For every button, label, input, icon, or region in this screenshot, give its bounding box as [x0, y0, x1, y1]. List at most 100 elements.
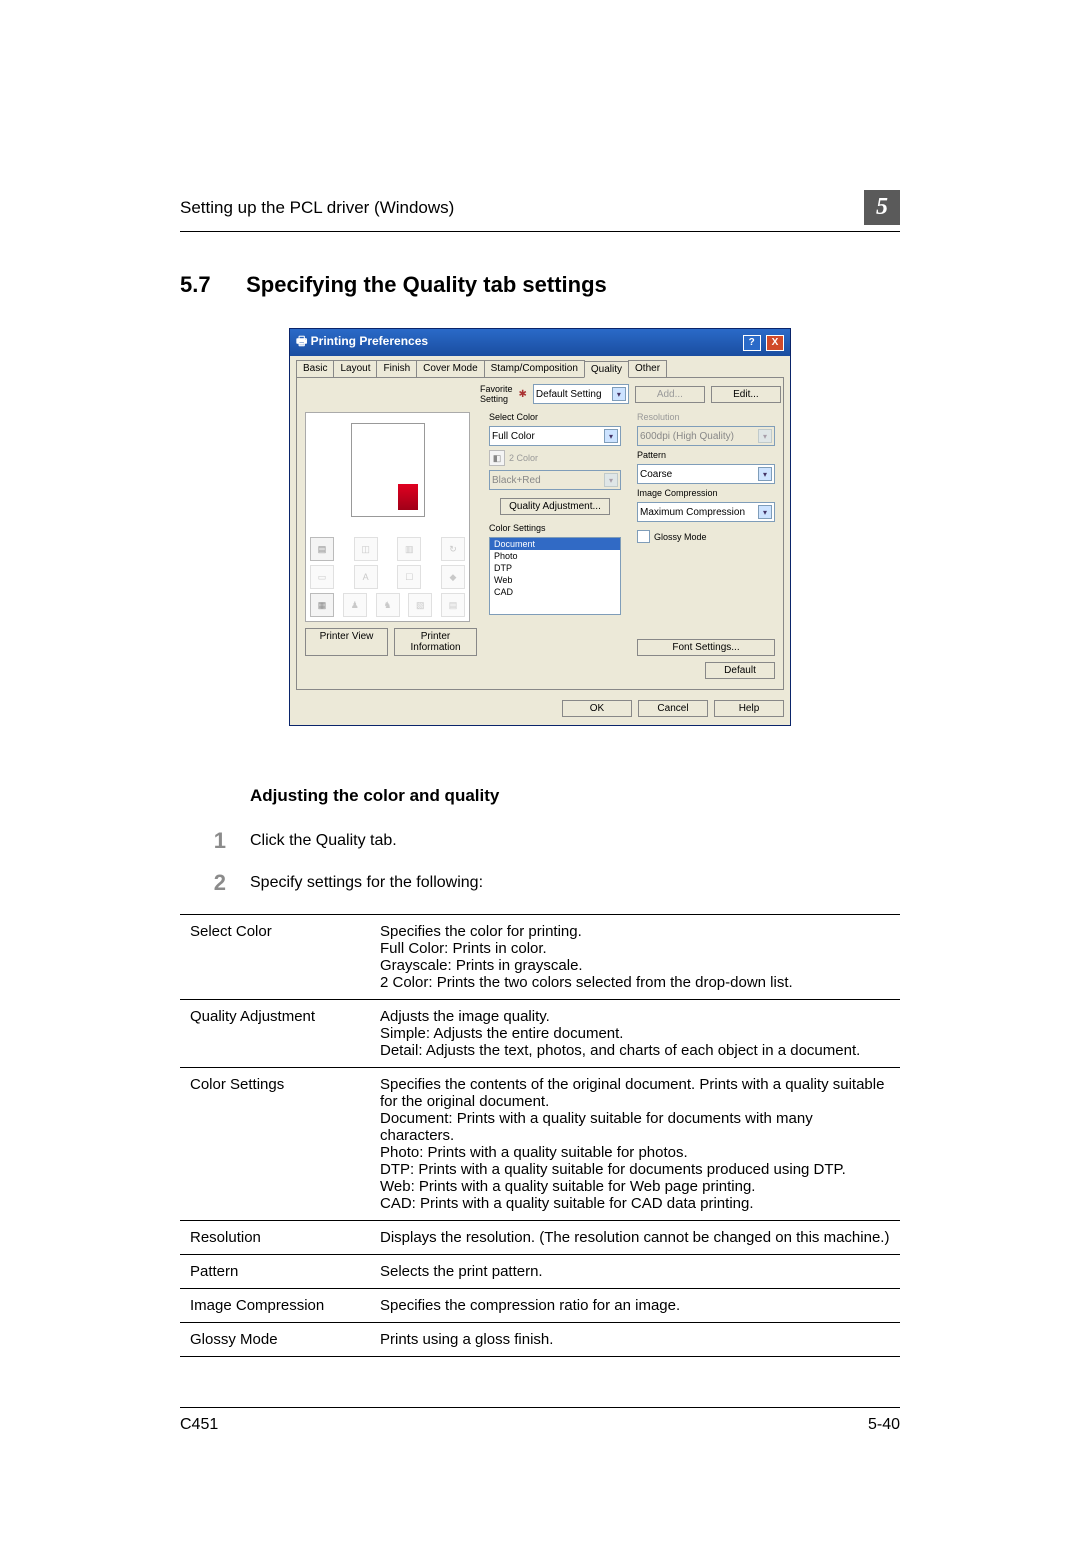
tab-layout[interactable]: Layout [333, 360, 377, 377]
setting-description: Adjusts the image quality. Simple: Adjus… [370, 1000, 900, 1068]
two-color-dropdown: Black+Red ▾ [489, 470, 621, 490]
subsection-heading: Adjusting the color and quality [180, 786, 900, 806]
favorite-setting-dropdown[interactable]: Default Setting ▾ [533, 384, 629, 404]
setting-description: Specifies the contents of the original d… [370, 1068, 900, 1221]
setting-description: Specifies the compression ratio for an i… [370, 1289, 900, 1323]
list-item[interactable]: Document [490, 538, 620, 550]
help-icon[interactable]: ? [743, 335, 761, 351]
running-title: Setting up the PCL driver (Windows) [180, 198, 454, 218]
list-item[interactable]: Web [490, 574, 620, 586]
list-item[interactable]: CAD [490, 586, 620, 598]
color-settings-listbox[interactable]: Document Photo DTP Web CAD [489, 537, 621, 615]
quality-adjustment-button[interactable]: Quality Adjustment... [500, 498, 610, 515]
tab-basic[interactable]: Basic [296, 360, 334, 377]
setting-name: Glossy Mode [180, 1323, 370, 1357]
chevron-down-icon: ▾ [758, 467, 772, 481]
close-icon[interactable]: X [766, 335, 784, 351]
preview-icon-10[interactable]: ♟ [343, 593, 367, 617]
pattern-label: Pattern [637, 450, 775, 460]
select-color-dropdown[interactable]: Full Color ▾ [489, 426, 621, 446]
tab-cover-mode[interactable]: Cover Mode [416, 360, 484, 377]
glossy-mode-checkbox[interactable] [637, 530, 650, 543]
preview-icon-8[interactable]: ◆ [441, 565, 465, 589]
gear-icon: ✱ [519, 389, 527, 400]
preview-icon-3[interactable]: ▥ [397, 537, 421, 561]
paper-preview [351, 423, 425, 517]
running-head: Setting up the PCL driver (Windows) 5 [180, 190, 900, 232]
setting-name: Pattern [180, 1255, 370, 1289]
image-compression-dropdown[interactable]: Maximum Compression ▾ [637, 502, 775, 522]
preview-icon-9[interactable]: ▦ [310, 593, 334, 617]
chevron-down-icon: ▾ [758, 505, 772, 519]
setting-description: Prints using a gloss finish. [370, 1323, 900, 1357]
preview-icon-1[interactable]: ▤ [310, 537, 334, 561]
setting-name: Image Compression [180, 1289, 370, 1323]
table-row: ResolutionDisplays the resolution. (The … [180, 1221, 900, 1255]
preview-icon-12[interactable]: ▧ [408, 593, 432, 617]
printer-information-button[interactable]: Printer Information [394, 628, 477, 656]
section-heading: 5.7 Specifying the Quality tab settings [180, 272, 900, 298]
two-color-value: Black+Red [492, 475, 541, 486]
section-number: 5.7 [180, 272, 240, 298]
printing-preferences-dialog: 🖶 Printing Preferences ? X Basic Layout … [289, 328, 791, 726]
table-row: Color SettingsSpecifies the contents of … [180, 1068, 900, 1221]
color-settings-label: Color Settings [489, 523, 621, 533]
setting-name: Color Settings [180, 1068, 370, 1221]
preview-icon-5[interactable]: ▭ [310, 565, 334, 589]
setting-name: Select Color [180, 915, 370, 1000]
preview-icon-2[interactable]: ◫ [354, 537, 378, 561]
setting-description: Displays the resolution. (The resolution… [370, 1221, 900, 1255]
tab-other[interactable]: Other [628, 360, 667, 377]
list-item[interactable]: DTP [490, 562, 620, 574]
preview-icon-7[interactable]: ☐ [397, 565, 421, 589]
preview-icon-13[interactable]: ▤ [441, 593, 465, 617]
pattern-dropdown[interactable]: Coarse ▾ [637, 464, 775, 484]
tab-stamp-composition[interactable]: Stamp/Composition [484, 360, 585, 377]
step-1: 1 Click the Quality tab. [180, 830, 900, 852]
footer-model: C451 [180, 1416, 218, 1434]
step-number: 2 [180, 872, 226, 894]
select-color-value: Full Color [492, 431, 535, 442]
two-color-label: 2 Color [509, 453, 538, 463]
glossy-mode-label: Glossy Mode [654, 532, 707, 542]
chevron-down-icon: ▾ [604, 429, 618, 443]
add-button[interactable]: Add... [635, 386, 705, 403]
table-row: Quality AdjustmentAdjusts the image qual… [180, 1000, 900, 1068]
resolution-dropdown: 600dpi (High Quality) ▾ [637, 426, 775, 446]
tab-strip: Basic Layout Finish Cover Mode Stamp/Com… [296, 360, 784, 377]
two-color-icon: ◧ [489, 450, 505, 466]
chevron-down-icon: ▾ [758, 429, 772, 443]
printer-icon: 🖶 [296, 334, 307, 348]
step-number: 1 [180, 830, 226, 852]
chevron-down-icon: ▾ [612, 387, 626, 401]
table-row: Image CompressionSpecifies the compressi… [180, 1289, 900, 1323]
select-color-label: Select Color [489, 412, 621, 422]
dialog-title: Printing Preferences [311, 334, 428, 348]
favorite-setting-value: Default Setting [536, 389, 602, 400]
image-compression-label: Image Compression [637, 488, 775, 498]
table-row: Glossy ModePrints using a gloss finish. [180, 1323, 900, 1357]
preview-icon-4[interactable]: ↻ [441, 537, 465, 561]
preview-pane: ▤ ◫ ▥ ↻ ▭ A ☐ ◆ [305, 412, 470, 622]
setting-description: Specifies the color for printing. Full C… [370, 915, 900, 1000]
preview-icon-11[interactable]: ♞ [376, 593, 400, 617]
ok-button[interactable]: OK [562, 700, 632, 717]
font-settings-button[interactable]: Font Settings... [637, 639, 775, 656]
cancel-button[interactable]: Cancel [638, 700, 708, 717]
setting-name: Resolution [180, 1221, 370, 1255]
step-text: Specify settings for the following: [250, 872, 483, 892]
default-button[interactable]: Default [705, 662, 775, 679]
help-button[interactable]: Help [714, 700, 784, 717]
chevron-down-icon: ▾ [604, 473, 618, 487]
resolution-value: 600dpi (High Quality) [640, 431, 734, 442]
edit-button[interactable]: Edit... [711, 386, 781, 403]
section-title-text: Specifying the Quality tab settings [246, 272, 607, 297]
tab-quality[interactable]: Quality [584, 361, 629, 378]
image-compression-value: Maximum Compression [640, 507, 745, 518]
preview-icon-6[interactable]: A [354, 565, 378, 589]
tab-finish[interactable]: Finish [376, 360, 417, 377]
settings-table: Select ColorSpecifies the color for prin… [180, 914, 900, 1357]
printer-view-button[interactable]: Printer View [305, 628, 388, 656]
list-item[interactable]: Photo [490, 550, 620, 562]
dialog-titlebar: 🖶 Printing Preferences ? X [290, 329, 790, 356]
